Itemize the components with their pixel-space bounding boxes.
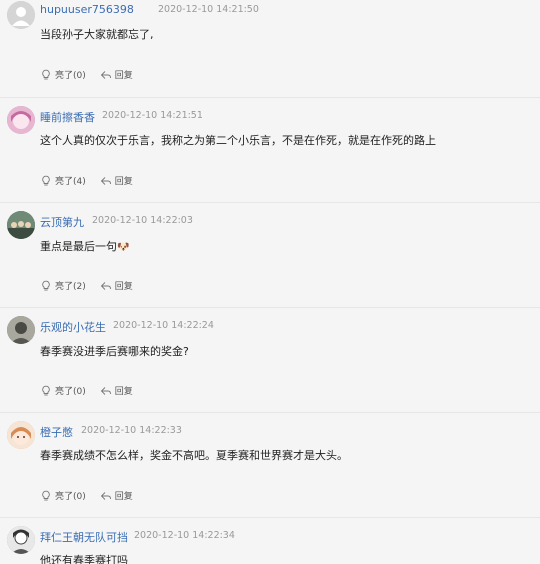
comment-text: 重点是最后一句🐶: [40, 238, 129, 254]
reply-icon: [100, 70, 111, 79]
photo-avatar-icon: [7, 316, 35, 344]
lightbulb-icon: [42, 385, 50, 395]
reply-button[interactable]: 回复: [100, 68, 133, 81]
reply-icon: [100, 176, 111, 185]
anime-avatar-icon: [7, 421, 35, 449]
username[interactable]: 睡前擦香香: [40, 109, 95, 125]
like-label: 亮了(0): [55, 387, 86, 397]
username[interactable]: 云顶第九: [40, 214, 84, 230]
username[interactable]: 拜仁王朝无队可挡: [40, 529, 128, 545]
comment-text-body: 重点是最后一句: [40, 240, 117, 253]
like-button[interactable]: 亮了(2): [40, 279, 86, 292]
comment-actions: 亮了(0) 回复: [40, 489, 133, 502]
avatar[interactable]: [7, 421, 35, 449]
default-user-icon: [7, 1, 35, 29]
comment-item: 乐观的小花生 2020-12-10 14:22:24 春季赛没进季后赛哪来的奖金…: [0, 307, 540, 412]
comment-text: 春季赛成绩不怎么样，奖金不高吧。夏季赛和世界赛才是大头。: [40, 449, 348, 462]
comment-item: 拜仁王朝无队可挡 2020-12-10 14:22:34 他还有春季赛打吗: [0, 517, 540, 564]
sketch-avatar-icon: [7, 526, 35, 554]
group-photo-avatar-icon: [7, 211, 35, 239]
username[interactable]: hupuuser756398: [40, 3, 134, 16]
like-button[interactable]: 亮了(4): [40, 174, 86, 187]
reply-icon: [100, 491, 111, 500]
reply-label: 回复: [114, 71, 133, 81]
lightbulb-icon: [42, 175, 50, 185]
comment-actions: 亮了(0) 回复: [40, 68, 133, 81]
reply-icon: [100, 386, 111, 395]
like-label: 亮了(2): [55, 282, 86, 292]
timestamp: 2020-12-10 14:22:24: [113, 320, 214, 331]
like-label: 亮了(0): [55, 492, 86, 502]
like-label: 亮了(0): [55, 71, 86, 81]
reply-icon: [100, 281, 111, 290]
comment-text: 他还有春季赛打吗: [40, 554, 128, 564]
reply-label: 回复: [114, 282, 133, 292]
comment-actions: 亮了(0) 回复: [40, 384, 133, 397]
comment-item: hupuuser756398 2020-12-10 14:21:50 当段孙子大…: [0, 0, 540, 105]
like-button[interactable]: 亮了(0): [40, 384, 86, 397]
comment-actions: 亮了(2) 回复: [40, 279, 133, 292]
comment-text: 当段孙子大家就都忘了,: [40, 28, 154, 41]
reply-button[interactable]: 回复: [100, 489, 133, 502]
like-label: 亮了(4): [55, 177, 86, 187]
like-button[interactable]: 亮了(0): [40, 489, 86, 502]
dog-emoji: 🐶: [117, 242, 130, 253]
comment-actions: 亮了(4) 回复: [40, 174, 133, 187]
username[interactable]: 橙子憋: [40, 424, 73, 440]
username[interactable]: 乐观的小花生: [40, 319, 106, 335]
timestamp: 2020-12-10 14:21:50: [158, 4, 259, 15]
timestamp: 2020-12-10 14:21:51: [102, 110, 203, 121]
lightbulb-icon: [42, 280, 50, 290]
comment-text: 春季赛没进季后赛哪来的奖金?: [40, 345, 189, 358]
lightbulb-icon: [42, 69, 50, 79]
reply-button[interactable]: 回复: [100, 174, 133, 187]
comment-text: 这个人真的仅次于乐言，我称之为第二个小乐言，不是在作死，就是在作死的路上: [40, 134, 436, 147]
reply-label: 回复: [114, 492, 133, 502]
reply-button[interactable]: 回复: [100, 279, 133, 292]
reply-button[interactable]: 回复: [100, 384, 133, 397]
reply-label: 回复: [114, 387, 133, 397]
reply-label: 回复: [114, 177, 133, 187]
avatar[interactable]: [7, 106, 35, 134]
comment-item: 云顶第九 2020-12-10 14:22:03 重点是最后一句🐶 亮了(2) …: [0, 202, 540, 307]
timestamp: 2020-12-10 14:22:33: [81, 425, 182, 436]
avatar[interactable]: [7, 1, 35, 29]
like-button[interactable]: 亮了(0): [40, 68, 86, 81]
anime-avatar-icon: [7, 106, 35, 134]
comment-item: 睡前擦香香 2020-12-10 14:21:51 这个人真的仅次于乐言，我称之…: [0, 97, 540, 202]
avatar[interactable]: [7, 211, 35, 239]
timestamp: 2020-12-10 14:22:03: [92, 215, 193, 226]
lightbulb-icon: [42, 490, 50, 500]
timestamp: 2020-12-10 14:22:34: [134, 530, 235, 541]
avatar[interactable]: [7, 316, 35, 344]
avatar[interactable]: [7, 526, 35, 554]
comment-list: hupuuser756398 2020-12-10 14:21:50 当段孙子大…: [0, 0, 540, 564]
comment-item: 橙子憋 2020-12-10 14:22:33 春季赛成绩不怎么样，奖金不高吧。…: [0, 412, 540, 517]
